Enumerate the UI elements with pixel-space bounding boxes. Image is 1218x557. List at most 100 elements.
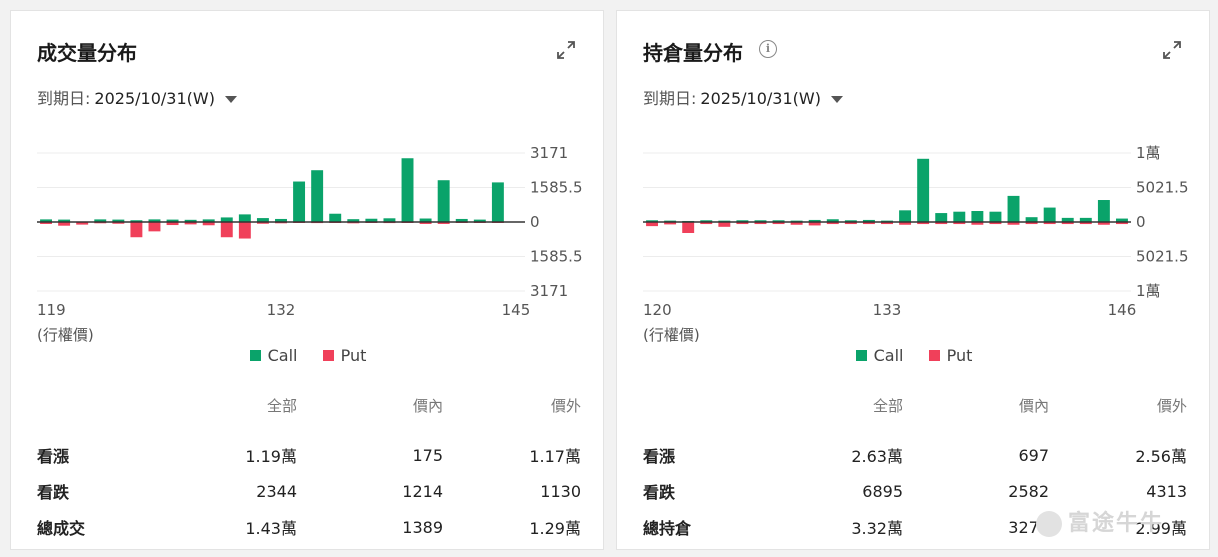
volume-distribution-card: 成交量分布 到期日: 2025/10/31(W) 3171 1585.5 0 1585.… — [10, 10, 604, 550]
open-interest-chart: 1萬 5021.5 0 5021.5 1萬 120 133 146 (行權價) — [617, 131, 1211, 361]
put-bar — [148, 222, 161, 232]
call-bar — [238, 214, 251, 222]
y-tick-label: 3171 — [530, 282, 568, 300]
info-icon[interactable]: i — [759, 40, 777, 58]
call-bar — [971, 211, 984, 222]
expand-icon[interactable] — [555, 39, 577, 61]
legend-swatch — [322, 350, 334, 361]
card-title: 持倉量分布 — [643, 41, 743, 65]
expiry-value: 2025/10/31(W) — [700, 89, 821, 108]
x-tick-label: 119 — [37, 301, 66, 319]
cell-value: 3.32萬 — [851, 519, 903, 538]
header-itm: 價內 — [412, 397, 443, 415]
x-axis-label: (行權價) — [643, 326, 700, 344]
expiry-label: 到期日: — [37, 89, 91, 108]
expiry-selector[interactable]: 到期日: 2025/10/31(W) — [37, 85, 237, 109]
cell-value: 1.29萬 — [529, 519, 581, 538]
legend-swatch — [249, 350, 261, 361]
open-interest-distribution-card: 持倉量分布 i 到期日: 2025/10/31(W) 1萬 5021.5 0 5021.… — [616, 10, 1210, 550]
header-itm: 價內 — [1018, 397, 1049, 415]
call-bar — [953, 211, 966, 222]
call-bar — [899, 210, 912, 222]
cell-value: 1.17萬 — [529, 447, 581, 466]
cell-value: 2.56萬 — [1135, 447, 1187, 466]
chevron-down-icon — [224, 96, 237, 103]
call-bar — [491, 182, 504, 222]
summary-table: 全部 價內 價外 看漲 1.19萬 175 1.17萬 看跌 2344 1214… — [37, 395, 581, 545]
legend-label: Call — [873, 346, 904, 365]
chart-svg: 1萬 5021.5 0 5021.5 1萬 120 133 146 (行權價) — [643, 144, 1189, 344]
cell-value: 1.43萬 — [245, 519, 297, 538]
call-bar — [989, 211, 1002, 222]
volume-chart: 3171 1585.5 0 1585.5 3171 119 132 145 (行權價) — [11, 131, 605, 361]
expand-icon[interactable] — [1161, 39, 1183, 61]
cell-value: 1130 — [540, 481, 581, 501]
cell-value: 175 — [412, 445, 443, 465]
cell-value: 1214 — [402, 481, 443, 501]
x-axis-label: (行權價) — [37, 326, 94, 344]
chart-svg: 3171 1585.5 0 1585.5 3171 119 132 145 (行權價) — [37, 144, 583, 344]
call-bar — [293, 181, 306, 222]
legend-label: Put — [340, 346, 367, 365]
cell-value: 2.63萬 — [851, 447, 903, 466]
cell-value: 1389 — [402, 517, 443, 537]
row-label: 總持倉 — [643, 519, 692, 538]
chevron-down-icon — [830, 96, 843, 103]
legend-put[interactable]: Put — [322, 346, 367, 365]
cell-value: 2344 — [256, 481, 297, 501]
legend-swatch — [928, 350, 940, 361]
put-bar — [682, 222, 695, 233]
put-bar — [220, 222, 233, 238]
call-bar — [1097, 200, 1110, 222]
call-bar — [935, 213, 948, 222]
legend-label: Call — [267, 346, 298, 365]
y-tick-label: 0 — [1136, 213, 1146, 231]
header-empty — [643, 395, 753, 437]
call-bar — [401, 158, 414, 222]
row-label: 看跌 — [37, 483, 70, 502]
card-title: 成交量分布 — [37, 41, 137, 65]
chart-legend: Call Put — [11, 346, 605, 365]
y-tick-label: 1萬 — [1136, 144, 1161, 162]
expiry-value: 2025/10/31(W) — [94, 89, 215, 108]
table-row: 看漲 2.63萬 697 2.56萬 — [643, 437, 1187, 473]
header-empty — [37, 395, 147, 437]
legend-call[interactable]: Call — [855, 346, 904, 365]
expiry-selector[interactable]: 到期日: 2025/10/31(W) — [643, 85, 843, 109]
header-otm: 價外 — [550, 397, 581, 415]
table-row: 總成交 1.43萬 1389 1.29萬 — [37, 509, 581, 545]
row-label: 看漲 — [37, 447, 70, 466]
y-tick-label: 1萬 — [1136, 282, 1161, 300]
row-label: 看漲 — [643, 447, 676, 466]
put-bar — [238, 222, 251, 239]
call-bar — [917, 158, 930, 222]
x-tick-label: 120 — [643, 301, 672, 319]
legend-swatch — [855, 350, 867, 361]
call-bar — [311, 170, 324, 222]
cell-value: 3279 — [1008, 517, 1049, 537]
cell-value: 6895 — [862, 481, 903, 501]
watermark-text: 富途牛牛 — [1068, 511, 1165, 536]
chart-legend: Call Put — [617, 346, 1211, 365]
legend-label: Put — [946, 346, 973, 365]
y-tick-label: 1585.5 — [530, 179, 583, 197]
header-otm: 價外 — [1156, 397, 1187, 415]
legend-call[interactable]: Call — [249, 346, 298, 365]
header-all: 全部 — [266, 397, 297, 415]
x-tick-label: 145 — [502, 301, 531, 319]
table-row: 看漲 1.19萬 175 1.17萬 — [37, 437, 581, 473]
cell-value: 4313 — [1146, 481, 1187, 501]
y-tick-label: 0 — [530, 213, 540, 231]
cell-value: 1.19萬 — [245, 447, 297, 466]
watermark-logo-icon — [1036, 511, 1062, 537]
watermark: 富途牛牛 — [1036, 505, 1164, 537]
table-row: 看跌 6895 2582 4313 — [643, 473, 1187, 509]
table-row: 看跌 2344 1214 1130 — [37, 473, 581, 509]
row-label: 總成交 — [37, 519, 86, 538]
row-label: 看跌 — [643, 483, 676, 502]
header-all: 全部 — [872, 397, 903, 415]
y-tick-label: 1585.5 — [530, 248, 583, 266]
cell-value: 2582 — [1008, 481, 1049, 501]
put-bar — [130, 222, 143, 238]
legend-put[interactable]: Put — [928, 346, 973, 365]
